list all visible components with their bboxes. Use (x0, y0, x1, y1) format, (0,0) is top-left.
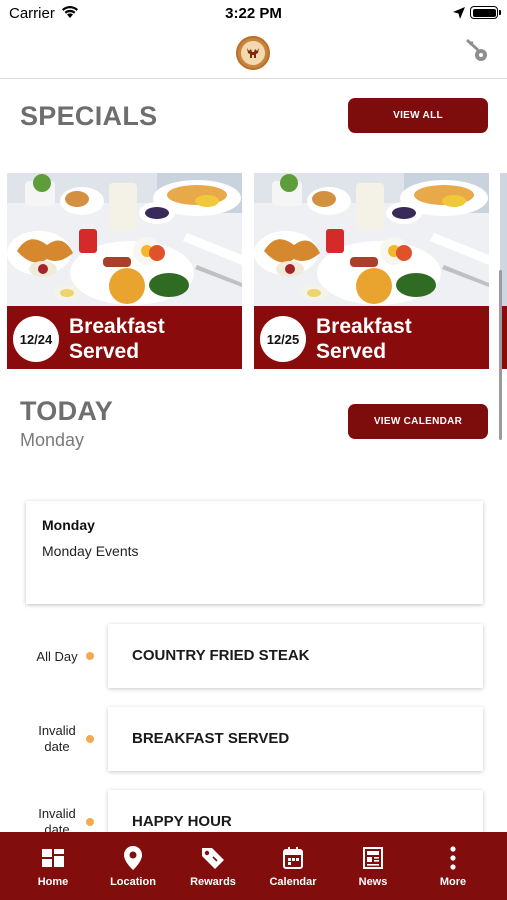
view-calendar-button[interactable]: VIEW CALENDAR (348, 404, 488, 439)
map-pin-icon (124, 846, 142, 870)
tab-more[interactable]: More (413, 832, 493, 900)
tab-label: More (439, 876, 467, 888)
day-events-card[interactable]: Monday Monday Events (26, 501, 483, 604)
today-title: TODAY (20, 396, 114, 426)
event-dot (86, 652, 94, 660)
app-header (0, 28, 507, 79)
tab-rewards[interactable]: Rewards (173, 832, 253, 900)
tab-calendar[interactable]: Calendar (253, 832, 333, 900)
special-card[interactable]: 12/24 Breakfast Served (7, 173, 242, 369)
scroll-indicator (499, 270, 502, 440)
event-time: All Day (36, 649, 78, 664)
special-banner: 12/24 Breakfast Served (7, 306, 242, 369)
special-card[interactable]: 12/25 Breakfast Served (254, 173, 489, 369)
newspaper-icon (363, 847, 383, 869)
view-all-button[interactable]: VIEW ALL (348, 98, 488, 133)
special-title: Breakfast Served (69, 315, 165, 363)
event-card[interactable]: BREAKFAST SERVED (108, 707, 483, 771)
tag-icon (202, 848, 224, 869)
event-row[interactable]: All Day COUNTRY FRIED STEAK (0, 624, 507, 688)
home-grid-icon (42, 849, 64, 867)
location-arrow-icon (453, 7, 465, 19)
more-vertical-icon (450, 846, 456, 870)
special-date: 12/24 (13, 316, 59, 362)
tab-label: Location (110, 876, 156, 888)
event-name: HAPPY HOUR (132, 813, 232, 830)
event-card[interactable]: COUNTRY FRIED STEAK (108, 624, 483, 688)
special-title: Breakfast Served (316, 315, 412, 363)
tab-news[interactable]: News (333, 832, 413, 900)
today-day: Monday (20, 430, 85, 450)
tab-label: Rewards (190, 876, 236, 888)
tab-label: News (358, 876, 388, 888)
day-events-title: Monday (42, 517, 95, 533)
tab-home[interactable]: Home (13, 832, 93, 900)
special-banner: 12/25 Breakfast Served (254, 306, 489, 369)
club-logo[interactable] (236, 36, 270, 70)
special-date: 12/25 (260, 316, 306, 362)
breakfast-photo (254, 173, 489, 306)
tab-location[interactable]: Location (93, 832, 173, 900)
bottom-tab-bar: Home Location Rewards Calendar News More (0, 832, 507, 900)
tab-label: Calendar (269, 876, 317, 888)
event-time: Invalid date (38, 723, 76, 754)
status-time: 3:22 PM (225, 5, 282, 22)
day-events-text: Monday Events (42, 543, 139, 559)
breakfast-photo (7, 173, 242, 306)
status-bar: Carrier 3:22 PM (0, 0, 507, 28)
moose-icon (247, 48, 259, 58)
battery-icon (470, 6, 501, 19)
event-row[interactable]: Invalid date BREAKFAST SERVED (0, 707, 507, 771)
tab-label: Home (37, 876, 69, 888)
event-dot (86, 735, 94, 743)
key-icon[interactable] (463, 38, 491, 64)
event-name: COUNTRY FRIED STEAK (132, 647, 310, 664)
event-dot (86, 818, 94, 826)
calendar-icon (283, 847, 303, 869)
event-name: BREAKFAST SERVED (132, 730, 290, 747)
specials-title: SPECIALS (20, 101, 158, 131)
